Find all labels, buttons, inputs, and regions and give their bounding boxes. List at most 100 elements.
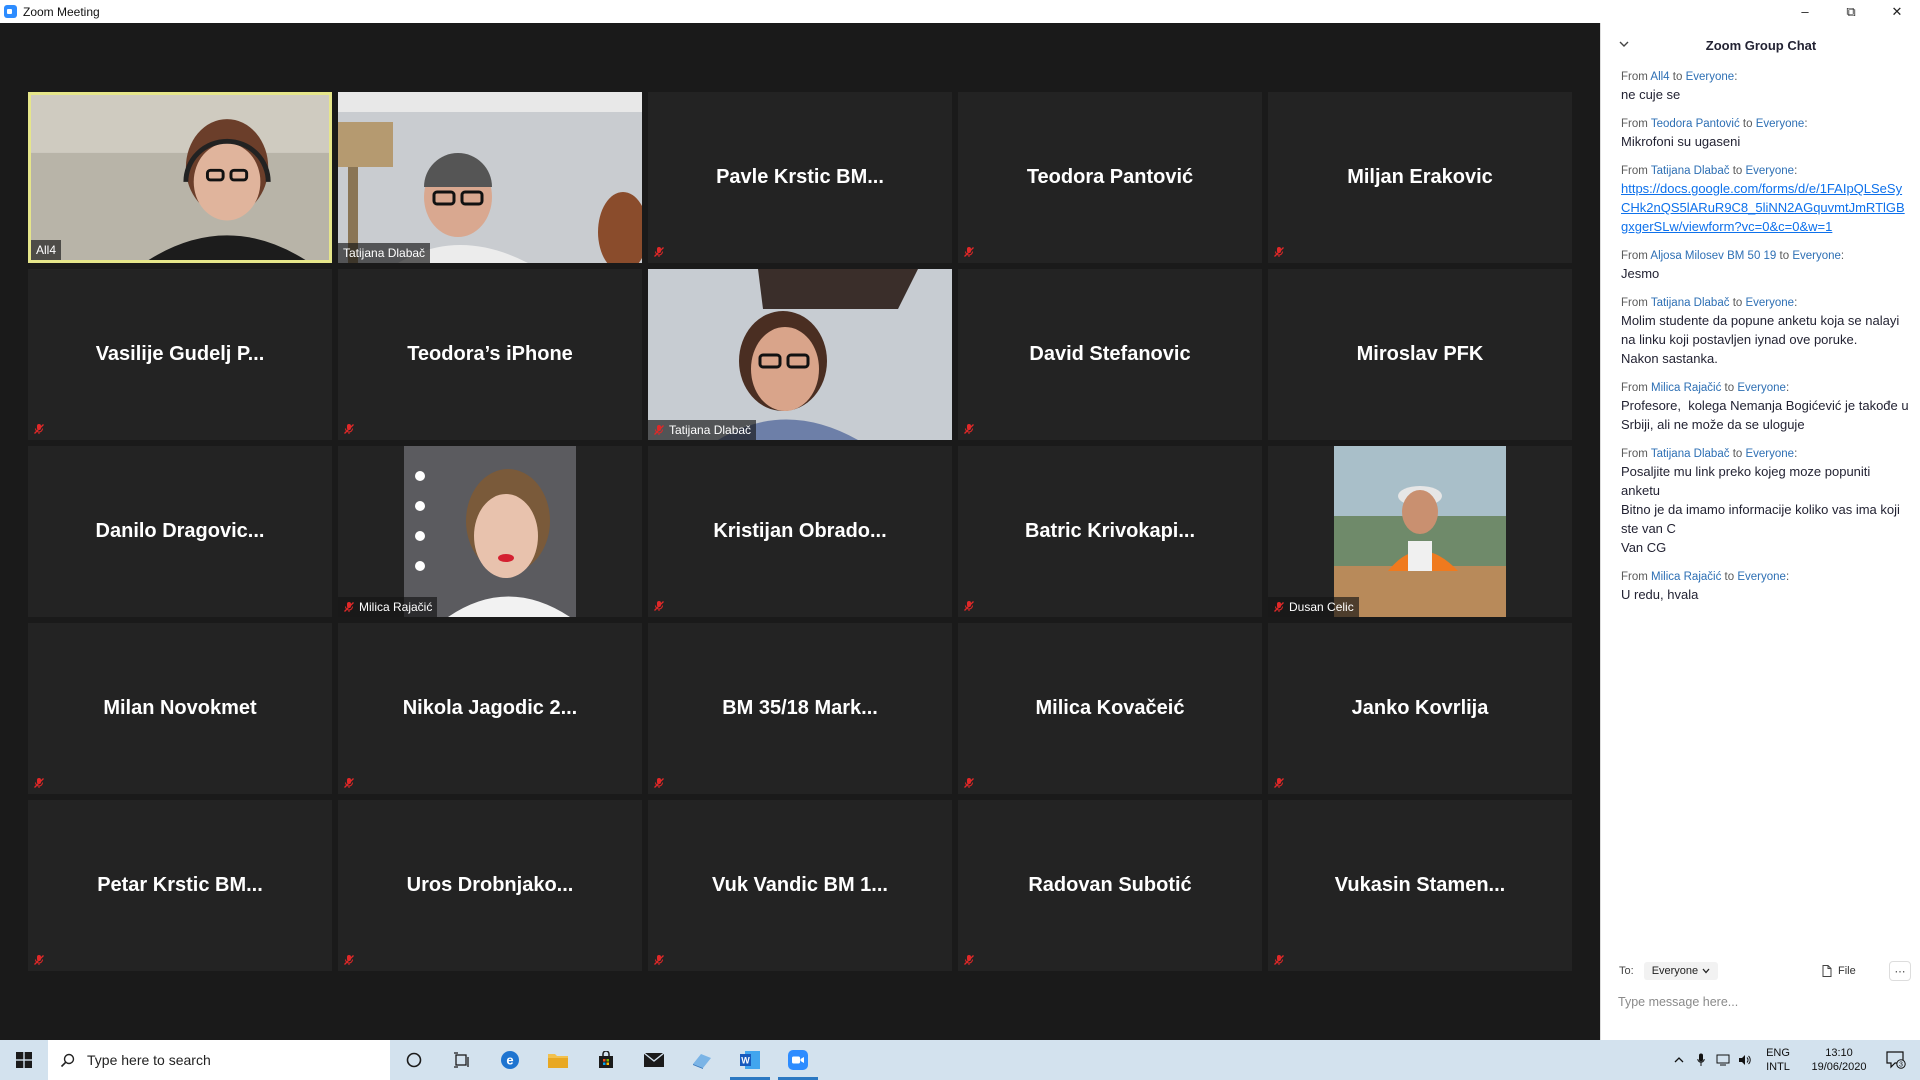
file-button[interactable]: File	[1822, 965, 1856, 977]
participant-tile[interactable]: All4	[28, 92, 332, 263]
close-button[interactable]: ✕	[1874, 0, 1920, 23]
start-button[interactable]	[0, 1040, 48, 1080]
message-sender[interactable]: Tatijana Dlabač	[1651, 165, 1730, 177]
participant-name: Batric Krivokapi...	[1024, 520, 1196, 542]
participant-tile[interactable]: Pavle Krstic BM...	[648, 92, 952, 263]
from-prefix: From	[1621, 382, 1648, 394]
participant-tile[interactable]: Uros Drobnjako...	[338, 800, 642, 971]
participant-label: All4	[31, 240, 62, 260]
task-view-button[interactable]	[438, 1040, 486, 1080]
to-word: to	[1732, 448, 1743, 460]
message-link[interactable]: https://docs.google.com/forms/d/e/1FAIpQ…	[1621, 179, 1911, 236]
file-label: File	[1838, 965, 1856, 977]
muted-mic-icon	[654, 247, 664, 257]
microphone-tray-button[interactable]	[1690, 1040, 1712, 1080]
participant-tile[interactable]: Teodora’s iPhone	[338, 269, 642, 440]
message-header: From Tatijana Dlabač to Everyone:	[1621, 297, 1798, 309]
window-controls: – ⧉ ✕	[1782, 0, 1920, 23]
participant-tile[interactable]: Dusan Celic	[1268, 446, 1572, 617]
zoom-app-icon	[4, 5, 17, 18]
message-sender[interactable]: Aljosa Milosev BM 50 19	[1650, 250, 1776, 262]
participant-tile[interactable]: Milan Novokmet	[28, 623, 332, 794]
minimize-button[interactable]: –	[1782, 0, 1828, 23]
cortana-button[interactable]	[390, 1040, 438, 1080]
network-tray-button[interactable]	[1712, 1040, 1734, 1080]
participant-tile[interactable]: BM 35/18 Mark...	[648, 623, 952, 794]
participant-tile[interactable]: Milica Kovačeić	[958, 623, 1262, 794]
language-indicator[interactable]: ENG INTL	[1756, 1046, 1800, 1074]
message-sender[interactable]: Teodora Pantović	[1651, 118, 1740, 130]
recipient-value: Everyone	[1651, 965, 1699, 977]
participant-name: Teodora Pantović	[1026, 166, 1194, 188]
taskbar-search-box[interactable]: Type here to search	[48, 1040, 390, 1080]
app-taskbar-button[interactable]	[678, 1040, 726, 1080]
participant-tile[interactable]: Vukasin Stamen...	[1268, 800, 1572, 971]
chevron-down-icon[interactable]	[1619, 39, 1629, 49]
message-text: Jesmo	[1621, 266, 1660, 281]
message-sender[interactable]: Milica Rajačić	[1651, 571, 1721, 583]
participant-tile[interactable]: Batric Krivokapi...	[958, 446, 1262, 617]
muted-mic-icon	[34, 778, 44, 788]
participant-name: Janko Kovrlija	[1351, 697, 1489, 719]
video-feed	[1268, 446, 1572, 617]
participant-name: Danilo Dragovic...	[95, 520, 265, 542]
participant-name: Nikola Jagodic 2...	[402, 697, 578, 719]
chat-message-input[interactable]	[1618, 988, 1908, 1016]
muted-mic-icon	[654, 601, 664, 611]
participant-tile[interactable]: Vasilije Gudelj P...	[28, 269, 332, 440]
participant-tile[interactable]: Radovan Subotić	[958, 800, 1262, 971]
message-sender[interactable]: Tatijana Dlabač	[1651, 448, 1730, 460]
store-taskbar-button[interactable]	[582, 1040, 630, 1080]
participant-tile[interactable]: Tatijana Dlabač	[338, 92, 642, 263]
participant-tile[interactable]: Milica Rajačić	[338, 446, 642, 617]
action-center-button[interactable]: 3	[1878, 1040, 1914, 1080]
participant-name: Tatijana Dlabač	[343, 246, 426, 260]
svg-text:W: W	[741, 1056, 750, 1066]
word-icon: W	[740, 1051, 760, 1069]
participant-tile[interactable]: Kristijan Obrado...	[648, 446, 952, 617]
muted-mic-icon	[964, 778, 974, 788]
video-feed	[338, 92, 642, 263]
participant-tile[interactable]: Danilo Dragovic...	[28, 446, 332, 617]
participant-tile[interactable]: Nikola Jagodic 2...	[338, 623, 642, 794]
message-sender[interactable]: Tatijana Dlabač	[1651, 297, 1730, 309]
participant-tile[interactable]: Miljan Erakovic	[1268, 92, 1572, 263]
word-taskbar-button[interactable]: W	[726, 1040, 774, 1080]
message-header: From Milica Rajačić to Everyone:	[1621, 571, 1790, 583]
participant-tile[interactable]: Janko Kovrlija	[1268, 623, 1572, 794]
clock-time: 13:10	[1825, 1047, 1853, 1059]
message-recipient: Everyone	[1745, 165, 1795, 177]
message-header: From Milica Rajačić to Everyone:	[1621, 382, 1790, 394]
show-hidden-icons-button[interactable]	[1668, 1040, 1690, 1080]
mail-taskbar-button[interactable]	[630, 1040, 678, 1080]
network-icon	[1716, 1054, 1730, 1066]
mail-icon	[643, 1052, 665, 1067]
message-sender[interactable]: Milica Rajačić	[1651, 382, 1721, 394]
participant-tile[interactable]: Miroslav PFK	[1268, 269, 1572, 440]
muted-mic-icon	[1274, 955, 1284, 965]
file-explorer-taskbar-button[interactable]	[534, 1040, 582, 1080]
muted-mic-icon	[1274, 602, 1284, 612]
participant-tile[interactable]: David Stefanovic	[958, 269, 1262, 440]
clock[interactable]: 13:10 19/06/2020	[1800, 1046, 1878, 1074]
chevron-down-icon	[1702, 968, 1710, 974]
volume-tray-button[interactable]	[1734, 1040, 1756, 1080]
participant-name: Milan Novokmet	[103, 697, 257, 719]
more-options-button[interactable]: ⋯	[1889, 961, 1911, 981]
zoom-taskbar-button[interactable]	[774, 1040, 822, 1080]
message-recipient: Everyone	[1685, 71, 1735, 83]
message-header: From Tatijana Dlabač to Everyone:	[1621, 448, 1798, 460]
participant-tile[interactable]: Vuk Vandic BM 1...	[648, 800, 952, 971]
to-word: to	[1732, 165, 1743, 177]
chat-message: From Tatijana Dlabač to Everyone: https:/…	[1621, 163, 1911, 236]
recipient-dropdown[interactable]: Everyone	[1643, 962, 1719, 980]
chat-message: From Aljosa Milosev BM 50 19 to Everyone…	[1621, 248, 1911, 283]
muted-mic-icon	[1274, 247, 1284, 257]
restore-button[interactable]: ⧉	[1828, 0, 1874, 23]
from-prefix: From	[1621, 297, 1648, 309]
participant-tile[interactable]: Petar Krstic BM...	[28, 800, 332, 971]
participant-tile[interactable]: Tatijana Dlabač	[648, 269, 952, 440]
participant-tile[interactable]: Teodora Pantović	[958, 92, 1262, 263]
message-sender[interactable]: All4	[1650, 71, 1669, 83]
edge-taskbar-button[interactable]: e	[486, 1040, 534, 1080]
